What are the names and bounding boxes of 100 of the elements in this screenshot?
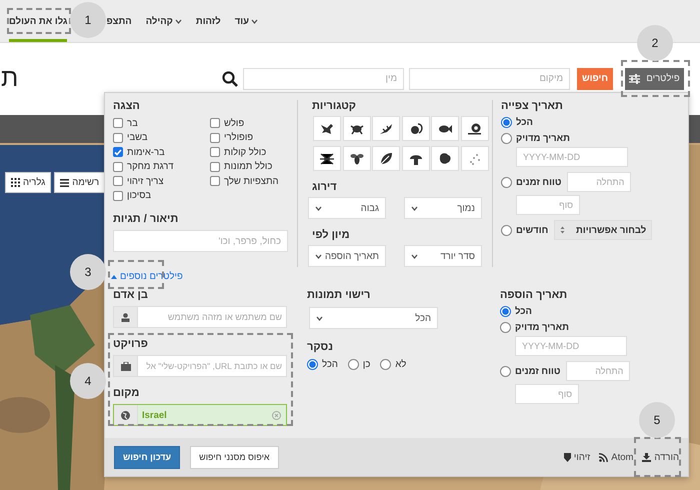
radio-button[interactable] <box>500 306 511 317</box>
date-field[interactable]: YYYY-MM-DD <box>516 147 628 167</box>
section-title: פרויקט <box>113 338 149 350</box>
checkbox[interactable] <box>113 190 123 201</box>
category-button[interactable] <box>342 146 370 171</box>
caret-icon <box>315 206 322 210</box>
months-dropdown[interactable]: לבחור אפשרויות <box>554 220 652 240</box>
section-title: קטגוריות <box>312 100 357 112</box>
category-button[interactable] <box>431 146 459 171</box>
sort-arrows-icon <box>560 226 566 234</box>
view-button[interactable]: גלריה <box>5 172 52 193</box>
end-date-field[interactable]: סוף <box>515 384 579 404</box>
filters-button[interactable]: פילטרים <box>625 68 684 90</box>
checkbox[interactable] <box>113 162 123 172</box>
category-button[interactable] <box>460 116 488 141</box>
leaf-icon <box>378 150 394 166</box>
section-title: רישוי תמונות <box>307 289 372 301</box>
update-search-button[interactable]: עדכון חיפוש <box>114 446 180 468</box>
caret-icon <box>316 316 323 320</box>
rss-icon <box>599 452 608 462</box>
option-label: בר <box>127 118 138 129</box>
section-title: תאריך צפייה <box>501 100 564 112</box>
check-icon <box>114 148 122 156</box>
download-icon <box>642 452 652 462</box>
category-button[interactable] <box>431 116 459 141</box>
species-field[interactable]: מין <box>243 68 404 90</box>
option-label: פופולרי <box>224 132 254 144</box>
blob-icon <box>437 150 453 166</box>
nav-link[interactable]: קהילה <box>144 0 183 42</box>
section-title: תאריך הוספה <box>500 289 568 301</box>
radio-button[interactable] <box>500 366 511 376</box>
checkbox[interactable] <box>113 176 123 186</box>
dropdown[interactable]: סדר יורד <box>404 245 482 267</box>
option-label: תאריך מדויק <box>515 322 569 333</box>
page-title: ת <box>1 64 20 93</box>
checkbox[interactable] <box>210 162 220 172</box>
category-button[interactable] <box>372 116 400 141</box>
date-field[interactable]: YYYY-MM-DD <box>515 336 627 356</box>
end-date-field[interactable]: סוף <box>516 195 580 215</box>
view-button[interactable]: רשימה <box>54 172 106 193</box>
radio-button[interactable] <box>501 176 512 188</box>
nav-link[interactable]: התצפ <box>105 0 133 42</box>
category-button[interactable] <box>372 146 400 171</box>
more-filters-link[interactable]: פילטרים נוספים <box>111 271 183 282</box>
checkbox[interactable] <box>210 118 220 128</box>
category-button[interactable] <box>342 116 370 141</box>
category-button[interactable] <box>313 146 341 171</box>
option-label: טווח זמנים <box>516 176 562 188</box>
radio-button[interactable] <box>307 359 318 370</box>
option-label: התצפיות שלך <box>224 176 279 187</box>
checkbox[interactable] <box>210 176 220 186</box>
start-date-field[interactable]: התחלה <box>567 172 632 192</box>
shield-icon <box>564 452 571 462</box>
nav-link[interactable]: גלו את העולם <box>9 0 68 42</box>
dropdown[interactable]: נמוך <box>404 197 482 219</box>
checkbox[interactable] <box>113 147 123 158</box>
checkbox[interactable] <box>113 132 123 143</box>
identify-link[interactable]: זיהוי <box>564 452 590 462</box>
category-button[interactable] <box>402 116 430 141</box>
license-dropdown[interactable]: הכל <box>309 307 438 329</box>
checkbox[interactable] <box>210 147 220 158</box>
option-label: טווח זמנים <box>515 366 560 376</box>
category-button[interactable] <box>402 146 430 171</box>
snail-icon <box>466 120 482 136</box>
option-label: כן <box>362 359 370 370</box>
option-label: צריך זיהוי <box>127 176 164 187</box>
option-label: בסיכון <box>127 190 152 202</box>
radio-button[interactable] <box>348 359 359 370</box>
checkbox[interactable] <box>210 132 220 143</box>
radio-button[interactable] <box>501 224 512 236</box>
option-label: כולל קולות <box>224 146 266 158</box>
radio-button[interactable] <box>380 359 392 370</box>
option-label: הכל <box>515 306 532 317</box>
option-label: פולש <box>224 118 244 129</box>
nav-link[interactable]: עוד <box>234 0 259 42</box>
location-field[interactable]: מיקום <box>409 68 570 90</box>
checkbox[interactable] <box>113 118 123 128</box>
caret-icon <box>411 206 418 210</box>
start-date-field[interactable]: התחלה <box>566 361 630 381</box>
radio-button[interactable] <box>500 322 511 333</box>
nav-link[interactable]: לזהות <box>194 0 222 42</box>
option-label: דרגת מחקר <box>127 161 174 172</box>
section-title: תיאור / תגיות <box>113 213 180 225</box>
option-label: הכל <box>516 117 533 128</box>
option-label: בשבי <box>127 132 148 144</box>
option-label: כולל תמונות <box>224 161 272 172</box>
option-label: לא <box>395 359 406 370</box>
feed-link[interactable]: Atom <box>599 452 634 462</box>
section-title: מיון לפי <box>312 229 351 241</box>
download-link[interactable]: הורדה <box>642 452 679 462</box>
reset-filters-button[interactable]: איפוס מסנני חיפוש <box>190 446 279 468</box>
category-button[interactable] <box>313 116 341 141</box>
tags-field[interactable]: כחול, פרפר, וכו' <box>113 230 288 252</box>
dropdown[interactable]: גבוה <box>308 197 386 219</box>
list-icon <box>60 178 70 186</box>
dropdown[interactable]: תאריך הוספה <box>308 245 386 267</box>
radio-button[interactable] <box>501 133 512 144</box>
section-title: דירוג <box>312 181 338 193</box>
section-title: בן אדם <box>113 289 149 301</box>
radio-button[interactable] <box>501 117 512 128</box>
